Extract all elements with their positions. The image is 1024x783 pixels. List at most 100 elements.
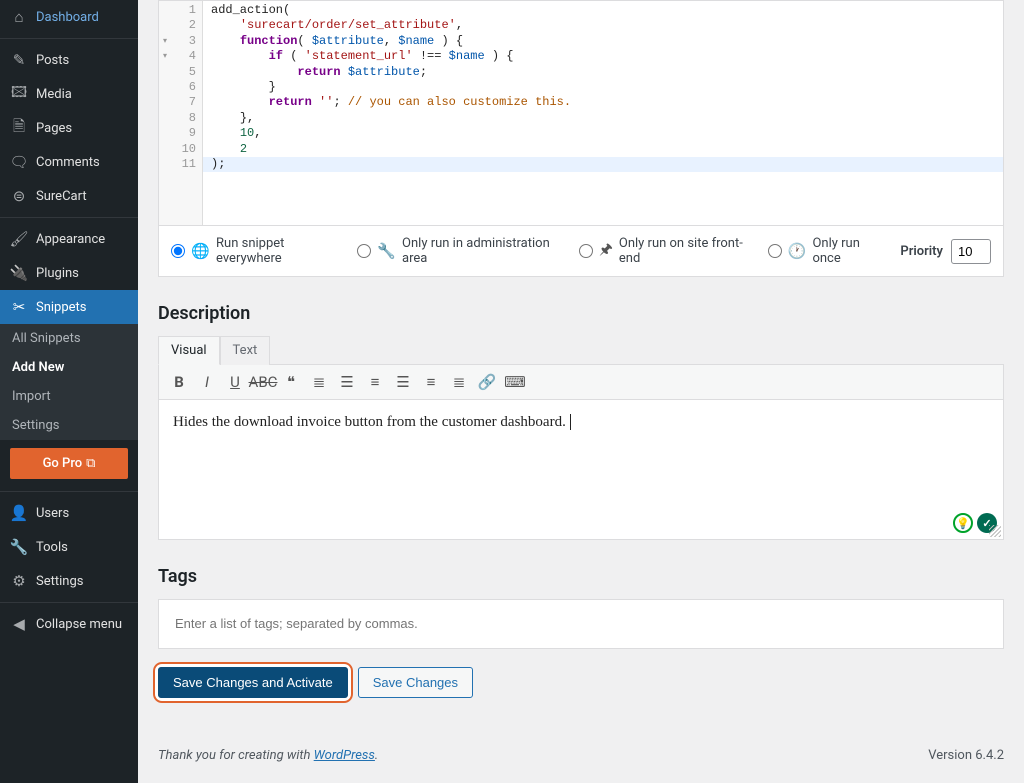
sidebar-item-posts[interactable]: ✎ Posts — [0, 38, 138, 77]
page-icon: 🗎 — [10, 119, 28, 137]
sidebar-item-label: Appearance — [36, 232, 105, 247]
go-pro-button[interactable]: Go Pro⧉ — [10, 448, 128, 479]
description-heading: Description — [158, 303, 1004, 324]
sidebar-item-appearance[interactable]: 🖌 Appearance — [0, 217, 138, 256]
surecart-icon: ⊜ — [10, 187, 28, 205]
save-button[interactable]: Save Changes — [358, 667, 473, 698]
sidebar-item-label: Settings — [36, 574, 83, 589]
sidebar-item-label: SureCart — [36, 189, 87, 204]
tags-input[interactable] — [175, 616, 987, 631]
scissors-icon: ✂ — [10, 298, 28, 316]
code-editor[interactable]: 1234567891011▾▾ add_action( 'surecart/or… — [158, 0, 1004, 226]
tab-text[interactable]: Text — [220, 336, 271, 365]
code-lines[interactable]: add_action( 'surecart/order/set_attribut… — [203, 1, 1003, 225]
sidebar-item-settings[interactable]: ⚙ Settings — [0, 564, 138, 598]
footer-text: . — [375, 748, 378, 763]
align-center-button[interactable]: ☰ — [389, 369, 417, 395]
sidebar-item-comments[interactable]: 🗨 Comments — [0, 145, 138, 179]
sidebar-item-dashboard[interactable]: ⌂ Dashboard — [0, 0, 138, 34]
sidebar-item-label: Users — [36, 506, 69, 521]
sidebar-item-label: Posts — [36, 53, 69, 68]
strikethrough-button[interactable]: ABC — [249, 369, 277, 395]
wrench-icon: 🔧 — [377, 242, 396, 260]
plugin-icon: 🔌 — [10, 264, 28, 282]
globe-icon: 🌐 — [191, 242, 210, 260]
site-icon: 🖈 — [599, 239, 613, 264]
admin-footer: Thank you for creating with WordPress. V… — [158, 748, 1004, 763]
align-justify-button[interactable]: ≣ — [445, 369, 473, 395]
quote-button[interactable]: ❝ — [277, 369, 305, 395]
sidebar-item-label: Comments — [36, 155, 100, 170]
run-frontend-radio[interactable] — [579, 243, 593, 259]
underline-button[interactable]: U — [221, 369, 249, 395]
run-option-label: Only run once — [812, 236, 882, 266]
brush-icon: 🖌 — [10, 230, 28, 248]
editor-toolbar: B I U ABC ❝ ≣ ☰ ≡ ☰ ≡ ≣ 🔗 ⌨ — [158, 364, 1004, 400]
priority-field: Priority — [900, 239, 991, 264]
sidebar-item-surecart[interactable]: ⊜ SureCart — [0, 179, 138, 213]
numbered-list-button[interactable]: ☰ — [333, 369, 361, 395]
run-option-label: Only run in administration area — [402, 236, 561, 266]
link-button[interactable]: 🔗 — [473, 369, 501, 395]
submenu-all-snippets[interactable]: All Snippets — [0, 324, 138, 353]
save-activate-highlight: Save Changes and Activate — [158, 667, 348, 698]
sidebar-item-label: Pages — [36, 121, 72, 136]
sidebar-item-tools[interactable]: 🔧Tools — [0, 530, 138, 564]
italic-button[interactable]: I — [193, 369, 221, 395]
keyboard-button[interactable]: ⌨ — [501, 369, 529, 395]
collapse-icon: ◀ — [10, 615, 28, 633]
run-once-option[interactable]: 🕐 Only run once — [768, 236, 883, 266]
submenu-import[interactable]: Import — [0, 382, 138, 411]
run-everywhere-option[interactable]: 🌐 Run snippet everywhere — [171, 236, 339, 266]
priority-input[interactable] — [951, 239, 991, 264]
sidebar-item-label: Media — [36, 87, 72, 102]
bullet-list-button[interactable]: ≣ — [305, 369, 333, 395]
sidebar-item-label: Dashboard — [36, 10, 99, 25]
run-option-label: Run snippet everywhere — [216, 236, 339, 266]
run-once-radio[interactable] — [768, 243, 782, 259]
comment-icon: 🗨 — [10, 153, 28, 171]
main-content: 1234567891011▾▾ add_action( 'surecart/or… — [138, 0, 1024, 783]
resize-handle[interactable] — [989, 525, 1001, 537]
text-cursor — [566, 414, 571, 430]
align-left-button[interactable]: ≡ — [361, 369, 389, 395]
sidebar-item-plugins[interactable]: 🔌 Plugins — [0, 256, 138, 290]
sidebar-item-users[interactable]: 👤 Users — [0, 491, 138, 530]
admin-sidebar: ⌂ Dashboard ✎ Posts 🖾 Media 🗎 Pages 🗨 Comment… — [0, 0, 138, 783]
submenu-settings[interactable]: Settings — [0, 411, 138, 440]
sidebar-item-label: Plugins — [36, 266, 79, 281]
run-frontend-option[interactable]: 🖈Only run on site front-end — [579, 236, 750, 266]
run-option-label: Only run on site front-end — [619, 236, 750, 266]
run-admin-option[interactable]: 🔧 Only run in administration area — [357, 236, 561, 266]
user-icon: 👤 — [10, 504, 28, 522]
sidebar-item-media[interactable]: 🖾 Media — [0, 77, 138, 111]
sidebar-item-label: Snippets — [36, 300, 87, 315]
save-activate-button[interactable]: Save Changes and Activate — [158, 667, 348, 698]
align-right-button[interactable]: ≡ — [417, 369, 445, 395]
media-icon: 🖾 — [10, 85, 28, 103]
collapse-menu[interactable]: ◀ Collapse menu — [0, 602, 138, 641]
run-admin-radio[interactable] — [357, 243, 371, 259]
submenu-add-new[interactable]: Add New — [0, 353, 138, 382]
tags-box — [158, 599, 1004, 649]
wordpress-link[interactable]: WordPress — [314, 748, 375, 763]
sidebar-item-pages[interactable]: 🗎 Pages — [0, 111, 138, 145]
editor-body[interactable]: Hides the download invoice button from t… — [158, 400, 1004, 540]
clock-icon: 🕐 — [788, 242, 807, 260]
priority-label: Priority — [900, 244, 943, 259]
pin-icon: ✎ — [10, 51, 28, 69]
bold-button[interactable]: B — [165, 369, 193, 395]
description-editor: Visual Text B I U ABC ❝ ≣ ☰ ≡ ☰ ≡ ≣ 🔗 ⌨ … — [158, 336, 1004, 540]
code-gutter: 1234567891011▾▾ — [159, 1, 203, 225]
version-text: Version 6.4.2 — [928, 748, 1004, 763]
tab-visual[interactable]: Visual — [158, 336, 220, 365]
dashboard-icon: ⌂ — [10, 8, 28, 26]
sidebar-item-snippets[interactable]: ✂ Snippets — [0, 290, 138, 324]
external-link-icon: ⧉ — [86, 456, 95, 471]
run-everywhere-radio[interactable] — [171, 243, 185, 259]
sidebar-item-label: Collapse menu — [36, 617, 122, 632]
editor-tabs: Visual Text — [158, 336, 1004, 365]
grammarly-lightbulb-icon[interactable]: 💡 — [953, 513, 973, 533]
gear-icon: ⚙ — [10, 572, 28, 590]
tags-heading: Tags — [158, 566, 1004, 587]
